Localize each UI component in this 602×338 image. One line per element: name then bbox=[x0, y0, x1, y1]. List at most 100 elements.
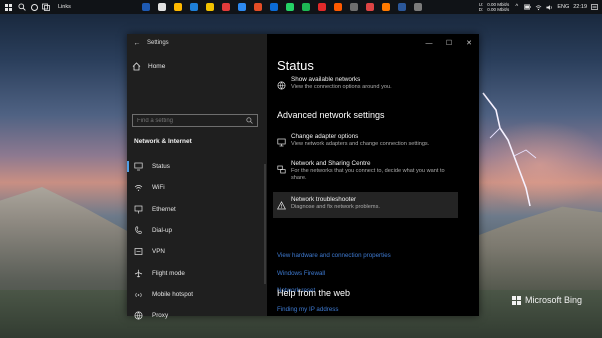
app-icon bbox=[366, 3, 374, 11]
taskbar-app-8[interactable] bbox=[250, 0, 266, 14]
nav-item-label: WiFi bbox=[152, 184, 165, 192]
windows-logo-icon bbox=[4, 3, 12, 11]
back-arrow-icon[interactable]: ← bbox=[127, 40, 147, 47]
window-controls: — ☐ ✕ bbox=[419, 34, 479, 52]
taskbar-app-1[interactable] bbox=[138, 0, 154, 14]
flight-mode-icon bbox=[134, 269, 143, 278]
taskbar-app-12[interactable] bbox=[314, 0, 330, 14]
show-networks-title: Show available networks bbox=[291, 76, 361, 83]
app-icon bbox=[398, 3, 406, 11]
settings-search-input[interactable] bbox=[137, 117, 237, 124]
app-icon bbox=[350, 3, 358, 11]
cortana-button[interactable] bbox=[28, 0, 40, 14]
taskbar-app-7[interactable] bbox=[234, 0, 250, 14]
taskbar-apps bbox=[138, 0, 426, 14]
window-title: Settings bbox=[147, 40, 169, 46]
battery-icon[interactable] bbox=[524, 4, 531, 11]
links-toolbar-label: Links bbox=[58, 4, 71, 10]
taskbar-app-18[interactable] bbox=[410, 0, 426, 14]
net-meter[interactable]: 0.00 Mbit/s 0.00 Mbit/s bbox=[487, 2, 509, 13]
start-button[interactable] bbox=[0, 0, 16, 14]
change-adapter-options[interactable]: Change adapter options View network adap… bbox=[277, 133, 429, 148]
nav-item-dial-up[interactable]: Dial-up bbox=[127, 220, 267, 241]
nav-item-ethernet[interactable]: Ethernet bbox=[127, 199, 267, 220]
taskbar-app-15[interactable] bbox=[362, 0, 378, 14]
troubleshooter-desc: Diagnose and fix network problems. bbox=[291, 204, 380, 210]
search-icon bbox=[246, 117, 253, 124]
settings-nav-pane: ← Settings Home Network & Internet Statu… bbox=[127, 34, 267, 320]
help-heading: Help from the web bbox=[277, 288, 351, 298]
taskbar-app-13[interactable] bbox=[330, 0, 346, 14]
finding-ip-link[interactable]: Finding my IP address bbox=[277, 306, 338, 313]
taskbar-app-2[interactable] bbox=[154, 0, 170, 14]
app-icon bbox=[158, 3, 166, 11]
nav-scrollbar[interactable] bbox=[264, 164, 266, 284]
taskbar-app-17[interactable] bbox=[394, 0, 410, 14]
taskbar-app-3[interactable] bbox=[170, 0, 186, 14]
download-label: D: bbox=[478, 7, 484, 12]
nav-item-label: Dial-up bbox=[152, 227, 172, 235]
language-indicator[interactable]: ENG bbox=[557, 4, 569, 10]
lightning-bolt bbox=[482, 92, 537, 207]
page-title: Status bbox=[277, 58, 314, 73]
show-hidden-icons-chevron-up-icon[interactable]: ^ bbox=[513, 4, 520, 11]
bing-brand-text: Microsoft Bing bbox=[525, 295, 583, 305]
taskbar-app-4[interactable] bbox=[186, 0, 202, 14]
maximize-icon[interactable]: ☐ bbox=[439, 39, 459, 47]
search-button[interactable] bbox=[16, 0, 28, 14]
app-icon bbox=[302, 3, 310, 11]
nav-item-status[interactable]: Status bbox=[127, 156, 267, 177]
clock[interactable]: 22:19 bbox=[573, 4, 587, 10]
sharing-title: Network and Sharing Centre bbox=[291, 160, 371, 167]
nav-item-mobile-hotspot[interactable]: Mobile hotspot bbox=[127, 284, 267, 305]
task-view-icon bbox=[42, 3, 50, 11]
net-meter-labels: U: D: bbox=[479, 2, 484, 13]
bing-watermark: Microsoft Bing bbox=[512, 295, 582, 305]
taskbar-app-9[interactable] bbox=[266, 0, 282, 14]
task-view-button[interactable] bbox=[40, 0, 52, 14]
settings-search-box[interactable] bbox=[132, 114, 258, 127]
adapter-title: Change adapter options bbox=[291, 133, 359, 140]
app-icon bbox=[270, 3, 278, 11]
proxy-icon bbox=[134, 311, 143, 320]
minimize-icon[interactable]: — bbox=[419, 40, 439, 47]
show-networks-desc: View the connection options around you. bbox=[291, 84, 392, 90]
taskbar-app-16[interactable] bbox=[378, 0, 394, 14]
taskbar-app-5[interactable] bbox=[202, 0, 218, 14]
taskbar-app-10[interactable] bbox=[282, 0, 298, 14]
volume-icon[interactable] bbox=[546, 4, 553, 11]
home-icon bbox=[132, 62, 141, 71]
notification-center-icon[interactable] bbox=[591, 3, 598, 11]
taskbar-app-14[interactable] bbox=[346, 0, 362, 14]
taskbar-app-11[interactable] bbox=[298, 0, 314, 14]
home-nav-item[interactable]: Home bbox=[132, 62, 165, 71]
nav-item-flight-mode[interactable]: Flight mode bbox=[127, 262, 267, 283]
links-toolbar[interactable]: Links bbox=[52, 0, 138, 14]
wifi-icon bbox=[134, 183, 143, 192]
windows-firewall-link[interactable]: Windows Firewall bbox=[277, 270, 325, 277]
app-icon bbox=[414, 3, 422, 11]
download-speed: 0.00 Mbit/s bbox=[487, 7, 510, 12]
app-icon bbox=[206, 3, 214, 11]
dialup-icon bbox=[134, 226, 143, 235]
adapter-monitor-icon bbox=[277, 134, 286, 147]
status-icon bbox=[134, 162, 143, 171]
nav-item-label: Status bbox=[152, 163, 170, 171]
app-icon bbox=[382, 3, 390, 11]
nav-item-label: Ethernet bbox=[152, 205, 176, 213]
show-available-networks[interactable]: Show available networks View the connect… bbox=[277, 76, 392, 91]
app-icon bbox=[142, 3, 150, 11]
settings-nav-list: Status WiFi Ethernet Dial-up VPN Flight mode M… bbox=[127, 156, 267, 326]
network-tray-icon[interactable] bbox=[535, 4, 542, 11]
nav-item-vpn[interactable]: VPN bbox=[127, 241, 267, 262]
view-hardware-link[interactable]: View hardware and connection properties bbox=[277, 252, 391, 259]
network-troubleshooter[interactable]: Network troubleshooter Diagnose and fix … bbox=[277, 196, 380, 211]
app-icon bbox=[318, 3, 326, 11]
close-icon[interactable]: ✕ bbox=[459, 39, 479, 47]
taskbar-app-6[interactable] bbox=[218, 0, 234, 14]
nav-item-wifi[interactable]: WiFi bbox=[127, 177, 267, 198]
nav-item-proxy[interactable]: Proxy bbox=[127, 305, 267, 326]
network-sharing-centre[interactable]: Network and Sharing Centre For the netwo… bbox=[277, 160, 445, 182]
ethernet-icon bbox=[134, 205, 143, 214]
settings-content-pane: — ☐ ✕ Status Show available networks Vie… bbox=[267, 34, 479, 316]
